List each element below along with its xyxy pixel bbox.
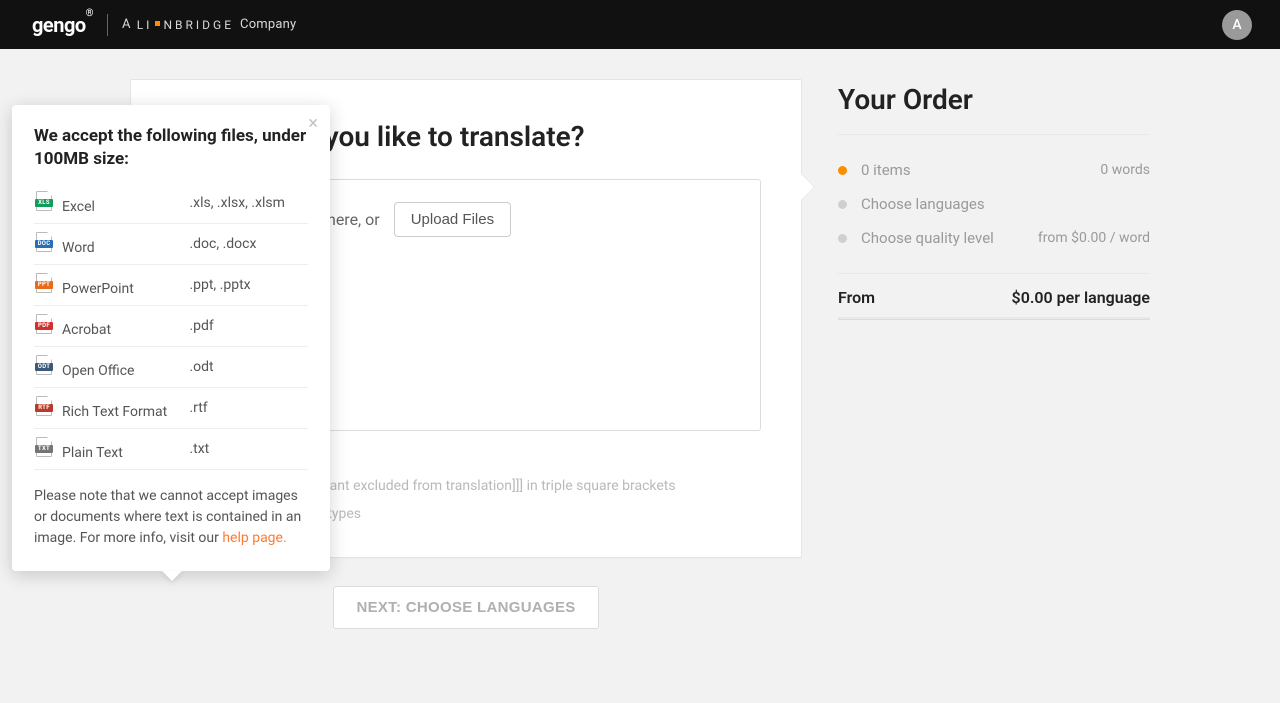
order-summary: Your Order 0 items 0 words Choose language… bbox=[838, 79, 1150, 629]
step-dot-icon bbox=[838, 234, 847, 243]
file-name: Open Office bbox=[62, 363, 134, 379]
file-icon: TXT bbox=[36, 437, 52, 457]
file-name: Acrobat bbox=[62, 322, 111, 338]
file-ext: .doc, .docx bbox=[187, 223, 308, 264]
card-arrow-icon bbox=[801, 174, 814, 200]
file-type-row: ODT Open Office .odt bbox=[34, 346, 308, 387]
avatar[interactable]: A bbox=[1222, 10, 1252, 40]
step-right: 0 words bbox=[1100, 162, 1150, 178]
divider bbox=[838, 317, 1150, 320]
order-total-row: From $0.00 per language bbox=[838, 288, 1150, 307]
file-name: Excel bbox=[62, 199, 95, 215]
divider-icon bbox=[107, 14, 108, 36]
tagline-suffix: Company bbox=[240, 17, 296, 32]
step-dot-icon bbox=[838, 200, 847, 209]
step-right: from $0.00 / word bbox=[1038, 230, 1150, 246]
file-name: PowerPoint bbox=[62, 281, 134, 297]
order-step: Choose quality level from $0.00 / word bbox=[838, 221, 1150, 255]
file-type-row: RTF Rich Text Format .rtf bbox=[34, 387, 308, 428]
file-icon: ODT bbox=[36, 355, 52, 375]
file-icon: PDF bbox=[36, 314, 52, 334]
step-label: Choose quality level bbox=[861, 229, 994, 247]
order-steps: 0 items 0 words Choose languages Choose qua… bbox=[838, 153, 1150, 255]
file-type-row: PPT PowerPoint .ppt, .pptx bbox=[34, 264, 308, 305]
file-icon: DOC bbox=[36, 232, 52, 252]
file-ext: .txt bbox=[187, 428, 308, 469]
divider bbox=[838, 134, 1150, 135]
upload-files-button[interactable]: Upload Files bbox=[394, 202, 511, 237]
file-types-popover: × We accept the following files, under 1… bbox=[12, 105, 330, 571]
next-wrap: NEXT: CHOOSE LANGUAGES bbox=[130, 586, 802, 629]
close-icon[interactable]: × bbox=[308, 115, 318, 133]
file-ext: .xls, .xlsx, .xlsm bbox=[187, 183, 308, 224]
file-ext: .pdf bbox=[187, 305, 308, 346]
divider bbox=[838, 273, 1150, 274]
file-name: Plain Text bbox=[62, 445, 123, 461]
file-type-row: TXT Plain Text .txt bbox=[34, 428, 308, 469]
popover-title: We accept the following files, under 100… bbox=[34, 125, 308, 171]
file-icon: PPT bbox=[36, 273, 52, 293]
order-heading: Your Order bbox=[838, 83, 1150, 116]
next-choose-languages-button[interactable]: NEXT: CHOOSE LANGUAGES bbox=[333, 586, 598, 629]
popover-note: Please note that we cannot accept images… bbox=[34, 486, 308, 549]
file-ext: .odt bbox=[187, 346, 308, 387]
file-type-row: XLS Excel .xls, .xlsx, .xlsm bbox=[34, 183, 308, 224]
tagline-prefix: A bbox=[122, 17, 131, 32]
logo-text: gengo bbox=[32, 13, 86, 37]
order-step: Choose languages bbox=[838, 187, 1150, 221]
file-type-row: DOC Word .doc, .docx bbox=[34, 223, 308, 264]
lionbridge-logo: LINBRIDGE bbox=[137, 18, 234, 32]
popover-arrow-icon bbox=[162, 571, 182, 581]
file-type-row: PDF Acrobat .pdf bbox=[34, 305, 308, 346]
help-page-link[interactable]: help page. bbox=[222, 530, 286, 546]
header-bar: gengo® A LINBRIDGE Company A bbox=[0, 0, 1280, 49]
logo-gengo[interactable]: gengo® bbox=[32, 13, 93, 37]
step-dot-icon bbox=[838, 166, 847, 175]
file-icon: XLS bbox=[36, 191, 52, 211]
file-name: Rich Text Format bbox=[62, 404, 167, 420]
file-name: Word bbox=[62, 240, 95, 256]
logo-mark: ® bbox=[86, 8, 93, 19]
square-icon bbox=[155, 21, 160, 26]
step-label: 0 items bbox=[861, 161, 911, 179]
tagline: A LINBRIDGE Company bbox=[122, 17, 296, 32]
total-value: $0.00 per language bbox=[1012, 288, 1150, 307]
order-step: 0 items 0 words bbox=[838, 153, 1150, 187]
file-types-table: XLS Excel .xls, .xlsx, .xlsm DOC Word .doc, .… bbox=[34, 183, 308, 470]
file-ext: .ppt, .pptx bbox=[187, 264, 308, 305]
step-label: Choose languages bbox=[861, 195, 985, 213]
avatar-initial: A bbox=[1232, 17, 1241, 33]
header-left: gengo® A LINBRIDGE Company bbox=[32, 13, 296, 37]
total-label: From bbox=[838, 288, 875, 307]
file-ext: .rtf bbox=[187, 387, 308, 428]
file-icon: RTF bbox=[36, 396, 52, 416]
